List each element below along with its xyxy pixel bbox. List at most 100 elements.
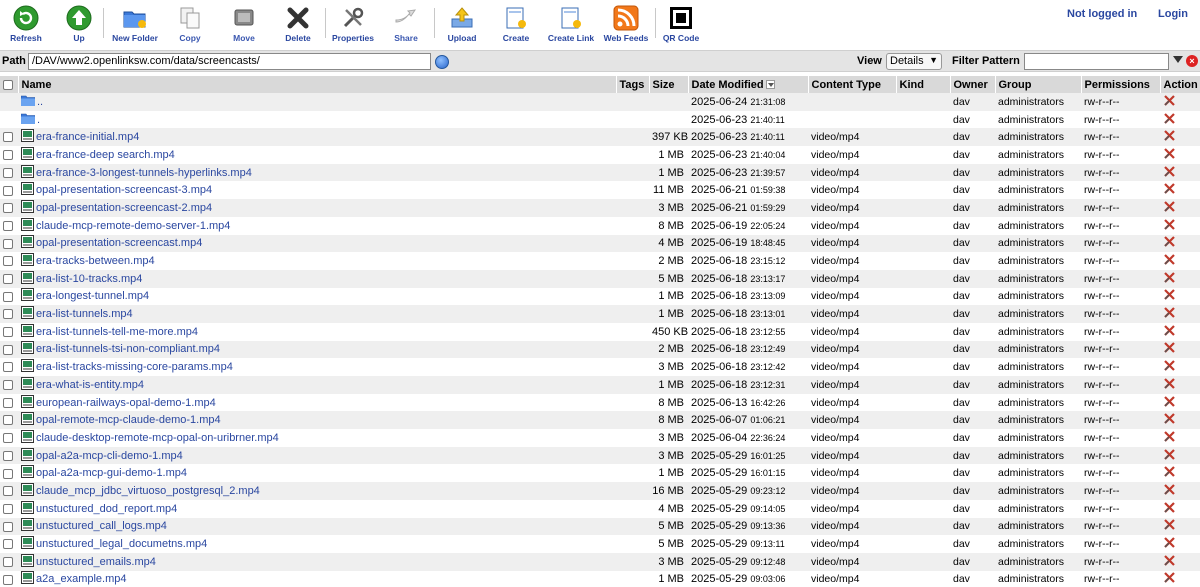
web-feeds-button[interactable]: Web Feeds (600, 5, 652, 45)
upload-button[interactable]: Upload (444, 5, 480, 45)
row-checkbox[interactable] (3, 220, 13, 231)
file-link[interactable]: a2a_example.mp4 (36, 573, 127, 585)
action-tools-icon[interactable] (1163, 306, 1176, 322)
file-link[interactable]: era-tracks-between.mp4 (36, 255, 155, 267)
share-button[interactable]: Share (388, 5, 424, 45)
action-tools-icon[interactable] (1163, 200, 1176, 216)
file-link[interactable]: unstuctured_dod_report.mp4 (36, 502, 177, 514)
create-link-button[interactable]: Create Link (544, 5, 598, 45)
row-checkbox[interactable] (3, 256, 13, 267)
table-row[interactable]: era-tracks-between.mp4 2 MB 2025-06-18 23:… (0, 252, 1200, 270)
row-checkbox[interactable] (3, 397, 13, 408)
create-button[interactable]: Create (498, 5, 534, 45)
clear-filter-icon[interactable]: × (1186, 55, 1198, 67)
table-row[interactable]: unstuctured_call_logs.mp4 5 MB 2025-05-29 … (0, 517, 1200, 536)
row-checkbox[interactable] (3, 185, 13, 196)
file-link[interactable]: .. (37, 96, 43, 108)
action-tools-icon[interactable] (1163, 359, 1176, 375)
action-tools-icon[interactable] (1163, 501, 1176, 517)
table-row[interactable]: unstuctured_emails.mp4 3 MB 2025-05-29 09:… (0, 552, 1200, 571)
copy-button[interactable]: Copy (172, 5, 208, 45)
row-checkbox[interactable] (3, 167, 13, 178)
file-link[interactable]: claude_mcp_jdbc_virtuoso_postgresql_2.mp… (36, 485, 260, 497)
table-row[interactable]: .. 2025-06-24 21:31:08 dav administrators rw… (0, 93, 1200, 111)
action-tools-icon[interactable] (1163, 395, 1176, 411)
view-select[interactable]: Details ▼ (886, 53, 942, 70)
table-row[interactable]: era-list-10-tracks.mp4 5 MB 2025-06-18 23:… (0, 269, 1200, 288)
file-link[interactable]: opal-remote-mcp-claude-demo-1.mp4 (36, 414, 221, 426)
file-link[interactable]: unstuctured_call_logs.mp4 (36, 520, 167, 532)
col-permissions[interactable]: Permissions (1081, 76, 1161, 93)
row-checkbox[interactable] (3, 203, 13, 214)
table-row[interactable]: opal-a2a-mcp-cli-demo-1.mp4 3 MB 2025-05-2… (0, 446, 1200, 465)
row-checkbox[interactable] (3, 521, 13, 532)
action-tools-icon[interactable] (1163, 253, 1176, 269)
path-input[interactable]: /DAV/www2.openlinksw.com/data/screencast… (28, 53, 431, 70)
action-tools-icon[interactable] (1163, 554, 1176, 570)
file-link[interactable]: era-france-3-longest-tunnels-hyperlinks.… (36, 166, 252, 178)
file-link[interactable]: opal-a2a-mcp-cli-demo-1.mp4 (36, 449, 183, 461)
row-checkbox[interactable] (3, 327, 13, 337)
file-link[interactable]: claude-desktop-remote-mcp-opal-on-uribrn… (36, 432, 279, 444)
action-tools-icon[interactable] (1163, 218, 1176, 234)
action-tools-icon[interactable] (1163, 288, 1176, 304)
select-all-checkbox[interactable] (3, 79, 13, 90)
table-row[interactable]: era-france-3-longest-tunnels-hyperlinks.… (0, 163, 1200, 182)
row-checkbox[interactable] (3, 380, 13, 391)
row-checkbox[interactable] (3, 309, 13, 320)
row-checkbox[interactable] (3, 486, 13, 497)
file-link[interactable]: era-what-is-entity.mp4 (36, 379, 144, 391)
table-row[interactable]: era-list-tunnels-tell-me-more.mp4 450 KB 2… (0, 322, 1200, 341)
table-row[interactable]: unstuctured_legal_documetns.mp4 5 MB 2025-… (0, 535, 1200, 553)
row-checkbox[interactable] (3, 415, 13, 426)
file-link[interactable]: opal-presentation-screencast-2.mp4 (36, 202, 212, 214)
move-button[interactable]: Move (226, 5, 262, 45)
action-tools-icon[interactable] (1163, 571, 1176, 587)
action-tools-icon[interactable] (1163, 430, 1176, 446)
file-link[interactable]: era-france-initial.mp4 (36, 131, 139, 143)
file-link[interactable]: opal-presentation-screencast.mp4 (36, 237, 202, 249)
action-tools-icon[interactable] (1163, 271, 1176, 287)
login-link[interactable]: Login (1158, 8, 1188, 20)
row-checkbox[interactable] (3, 344, 13, 355)
file-link[interactable]: era-list-tunnels.mp4 (36, 308, 133, 320)
action-tools-icon[interactable] (1163, 235, 1176, 251)
table-row[interactable]: era-france-deep search.mp4 1 MB 2025-06-23… (0, 146, 1200, 164)
action-tools-icon[interactable] (1163, 448, 1176, 464)
file-link[interactable]: unstuctured_emails.mp4 (36, 556, 156, 568)
table-row[interactable]: era-france-initial.mp4 397 KB 2025-06-23 2… (0, 128, 1200, 147)
file-link[interactable]: era-list-10-tracks.mp4 (36, 273, 142, 285)
row-checkbox[interactable] (3, 291, 13, 302)
filter-icon[interactable] (1173, 56, 1183, 63)
col-date-header[interactable]: Date Modified (688, 76, 809, 93)
action-tools-icon[interactable] (1163, 483, 1176, 499)
action-tools-icon[interactable] (1163, 341, 1176, 357)
sort-desc-icon[interactable] (765, 80, 775, 90)
table-row[interactable]: era-longest-tunnel.mp4 1 MB 2025-06-18 23:… (0, 287, 1200, 306)
action-tools-icon[interactable] (1163, 465, 1176, 481)
col-kind[interactable]: Kind (896, 76, 951, 93)
table-row[interactable]: era-what-is-entity.mp4 1 MB 2025-06-18 23:… (0, 376, 1200, 394)
action-tools-icon[interactable] (1163, 377, 1176, 393)
refresh-button[interactable]: Refresh (8, 5, 44, 45)
row-checkbox[interactable] (3, 468, 13, 479)
table-row[interactable]: opal-presentation-screencast-2.mp4 3 MB 20… (0, 199, 1200, 217)
action-tools-icon[interactable] (1163, 129, 1176, 145)
file-link[interactable]: . (37, 113, 40, 125)
qr-code-button[interactable]: QR Code (662, 5, 700, 45)
file-link[interactable]: european-railways-opal-demo-1.mp4 (36, 396, 216, 408)
action-tools-icon[interactable] (1163, 412, 1176, 428)
action-tools-icon[interactable] (1163, 112, 1176, 128)
col-type[interactable]: Content Type (808, 76, 897, 93)
up-button[interactable]: Up (62, 5, 96, 45)
table-row[interactable]: era-list-tracks-missing-core-params.mp4 3… (0, 358, 1200, 376)
table-row[interactable]: opal-a2a-mcp-gui-demo-1.mp4 1 MB 2025-05-2… (0, 464, 1200, 483)
go-icon[interactable] (435, 55, 449, 69)
table-row[interactable]: european-railways-opal-demo-1.mp4 8 MB 202… (0, 393, 1200, 412)
row-checkbox[interactable] (3, 539, 13, 550)
action-tools-icon[interactable] (1163, 165, 1176, 181)
row-checkbox[interactable] (3, 503, 13, 514)
row-checkbox[interactable] (3, 132, 13, 143)
action-tools-icon[interactable] (1163, 536, 1176, 552)
table-row[interactable]: . 2025-06-23 21:40:11 dav administrators rw-… (0, 110, 1200, 129)
